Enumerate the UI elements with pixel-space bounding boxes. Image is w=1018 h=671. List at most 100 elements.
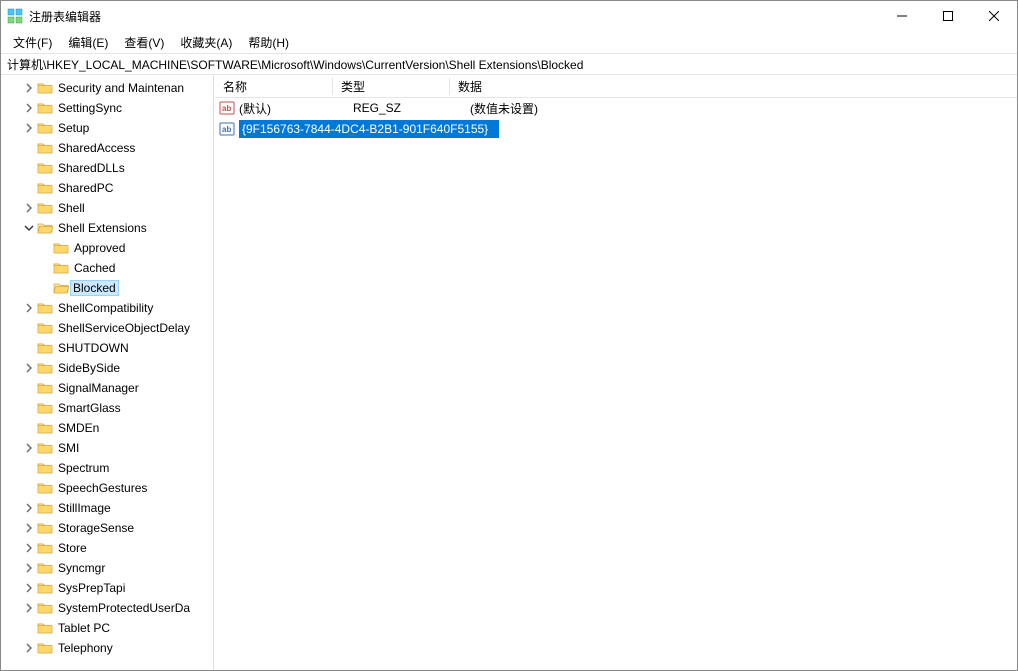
folder-icon bbox=[37, 181, 53, 195]
tree-item-label: Blocked bbox=[73, 281, 116, 295]
tree-item[interactable]: Setup bbox=[1, 118, 213, 138]
chevron-right-icon[interactable] bbox=[21, 640, 37, 656]
values-pane: 名称 类型 数据 ab (默认) REG_SZ (数值未设置) bbox=[214, 76, 1017, 670]
tree-item-label: Shell Extensions bbox=[58, 221, 147, 235]
chevron-right-icon[interactable] bbox=[21, 300, 37, 316]
minimize-button[interactable] bbox=[879, 1, 925, 31]
tree-item[interactable]: Security and Maintenan bbox=[1, 78, 213, 98]
tree-item[interactable]: SharedAccess bbox=[1, 138, 213, 158]
tree-item[interactable]: SharedPC bbox=[1, 178, 213, 198]
list-header: 名称 类型 数据 bbox=[215, 76, 1017, 98]
tree-item[interactable]: SettingSync bbox=[1, 98, 213, 118]
tree-expander-none bbox=[21, 380, 37, 396]
tree-item[interactable]: Shell Extensions bbox=[1, 218, 213, 238]
menu-help[interactable]: 帮助(H) bbox=[240, 32, 297, 53]
address-bar[interactable]: 计算机\HKEY_LOCAL_MACHINE\SOFTWARE\Microsof… bbox=[1, 53, 1017, 75]
chevron-right-icon[interactable] bbox=[21, 440, 37, 456]
menu-view[interactable]: 查看(V) bbox=[116, 32, 172, 53]
tree-item[interactable]: ShellServiceObjectDelay bbox=[1, 318, 213, 338]
folder-icon bbox=[37, 381, 53, 395]
chevron-right-icon[interactable] bbox=[21, 560, 37, 576]
tree-item-label: SettingSync bbox=[58, 101, 122, 115]
menu-edit[interactable]: 编辑(E) bbox=[60, 32, 116, 53]
chevron-right-icon[interactable] bbox=[21, 540, 37, 556]
tree-item[interactable]: SMI bbox=[1, 438, 213, 458]
tree-item-label: SpeechGestures bbox=[58, 481, 147, 495]
svg-text:ab: ab bbox=[222, 104, 231, 113]
tree-item[interactable]: SMDEn bbox=[1, 418, 213, 438]
tree-item-label: SysPrepTapi bbox=[58, 581, 125, 595]
tree-expander-none bbox=[37, 280, 53, 296]
tree-item[interactable]: SharedDLLs bbox=[1, 158, 213, 178]
tree-item-label: SideBySide bbox=[58, 361, 120, 375]
tree-expander-none bbox=[21, 620, 37, 636]
tree-item[interactable]: SHUTDOWN bbox=[1, 338, 213, 358]
folder-icon bbox=[37, 621, 53, 635]
list-row[interactable]: ab (默认) REG_SZ (数值未设置) bbox=[215, 98, 1017, 118]
tree-item-label: SignalManager bbox=[58, 381, 139, 395]
value-name: (默认) bbox=[239, 100, 349, 117]
chevron-right-icon[interactable] bbox=[21, 520, 37, 536]
chevron-right-icon[interactable] bbox=[21, 360, 37, 376]
folder-icon bbox=[37, 481, 53, 495]
list-row-editing[interactable]: ab bbox=[215, 118, 1017, 140]
maximize-button[interactable] bbox=[925, 1, 971, 31]
tree-item[interactable]: Store bbox=[1, 538, 213, 558]
tree-item[interactable]: ShellCompatibility bbox=[1, 298, 213, 318]
tree-pane[interactable]: Security and MaintenanSettingSyncSetupSh… bbox=[1, 76, 214, 670]
tree-item-label: SMDEn bbox=[58, 421, 99, 435]
tree-item[interactable]: StillImage bbox=[1, 498, 213, 518]
tree-expander-none bbox=[21, 460, 37, 476]
chevron-right-icon[interactable] bbox=[21, 580, 37, 596]
folder-icon bbox=[37, 501, 53, 515]
value-name-rename-input[interactable] bbox=[239, 120, 499, 138]
tree-item[interactable]: SmartGlass bbox=[1, 398, 213, 418]
folder-icon bbox=[37, 361, 53, 375]
chevron-right-icon[interactable] bbox=[21, 120, 37, 136]
tree-item[interactable]: SignalManager bbox=[1, 378, 213, 398]
tree-item-label: SmartGlass bbox=[58, 401, 121, 415]
registry-editor-window: 注册表编辑器 文件(F) 编辑(E) 查看(V) 收藏夹(A) 帮助(H) 计算… bbox=[0, 0, 1018, 671]
tree-expander-none bbox=[21, 480, 37, 496]
chevron-down-icon[interactable] bbox=[21, 220, 37, 236]
tree-item[interactable]: SysPrepTapi bbox=[1, 578, 213, 598]
menu-file[interactable]: 文件(F) bbox=[5, 32, 60, 53]
chevron-right-icon[interactable] bbox=[21, 600, 37, 616]
column-type[interactable]: 类型 bbox=[333, 78, 450, 95]
chevron-right-icon[interactable] bbox=[21, 100, 37, 116]
tree-item-label: Security and Maintenan bbox=[58, 81, 184, 95]
main-split: Security and MaintenanSettingSyncSetupSh… bbox=[1, 75, 1017, 670]
tree-item[interactable]: SystemProtectedUserDa bbox=[1, 598, 213, 618]
tree-item[interactable]: Telephony bbox=[1, 638, 213, 658]
column-data[interactable]: 数据 bbox=[450, 78, 1017, 95]
tree-item-label: Approved bbox=[74, 241, 125, 255]
tree-item[interactable]: StorageSense bbox=[1, 518, 213, 538]
tree-item[interactable]: Approved bbox=[1, 238, 213, 258]
close-button[interactable] bbox=[971, 1, 1017, 31]
tree-expander-none bbox=[21, 420, 37, 436]
tree-item[interactable]: Blocked bbox=[1, 278, 213, 298]
tree-item-label: Spectrum bbox=[58, 461, 109, 475]
chevron-right-icon[interactable] bbox=[21, 200, 37, 216]
tree-item[interactable]: Shell bbox=[1, 198, 213, 218]
tree-item[interactable]: SideBySide bbox=[1, 358, 213, 378]
folder-icon bbox=[37, 561, 53, 575]
menu-favorites[interactable]: 收藏夹(A) bbox=[172, 32, 240, 53]
tree-expander-none bbox=[21, 160, 37, 176]
tree-expander-none bbox=[21, 400, 37, 416]
column-name[interactable]: 名称 bbox=[215, 78, 333, 95]
tree-expander-none bbox=[37, 240, 53, 256]
chevron-right-icon[interactable] bbox=[21, 80, 37, 96]
tree-item[interactable]: Cached bbox=[1, 258, 213, 278]
list-rows[interactable]: ab (默认) REG_SZ (数值未设置) ab bbox=[215, 98, 1017, 670]
folder-icon bbox=[37, 321, 53, 335]
folder-icon bbox=[37, 441, 53, 455]
tree-item[interactable]: Syncmgr bbox=[1, 558, 213, 578]
tree-item[interactable]: Spectrum bbox=[1, 458, 213, 478]
folder-icon bbox=[37, 641, 53, 655]
tree-item[interactable]: SpeechGestures bbox=[1, 478, 213, 498]
folder-icon bbox=[37, 161, 53, 175]
tree-item[interactable]: Tablet PC bbox=[1, 618, 213, 638]
address-path: 计算机\HKEY_LOCAL_MACHINE\SOFTWARE\Microsof… bbox=[7, 56, 583, 73]
chevron-right-icon[interactable] bbox=[21, 500, 37, 516]
